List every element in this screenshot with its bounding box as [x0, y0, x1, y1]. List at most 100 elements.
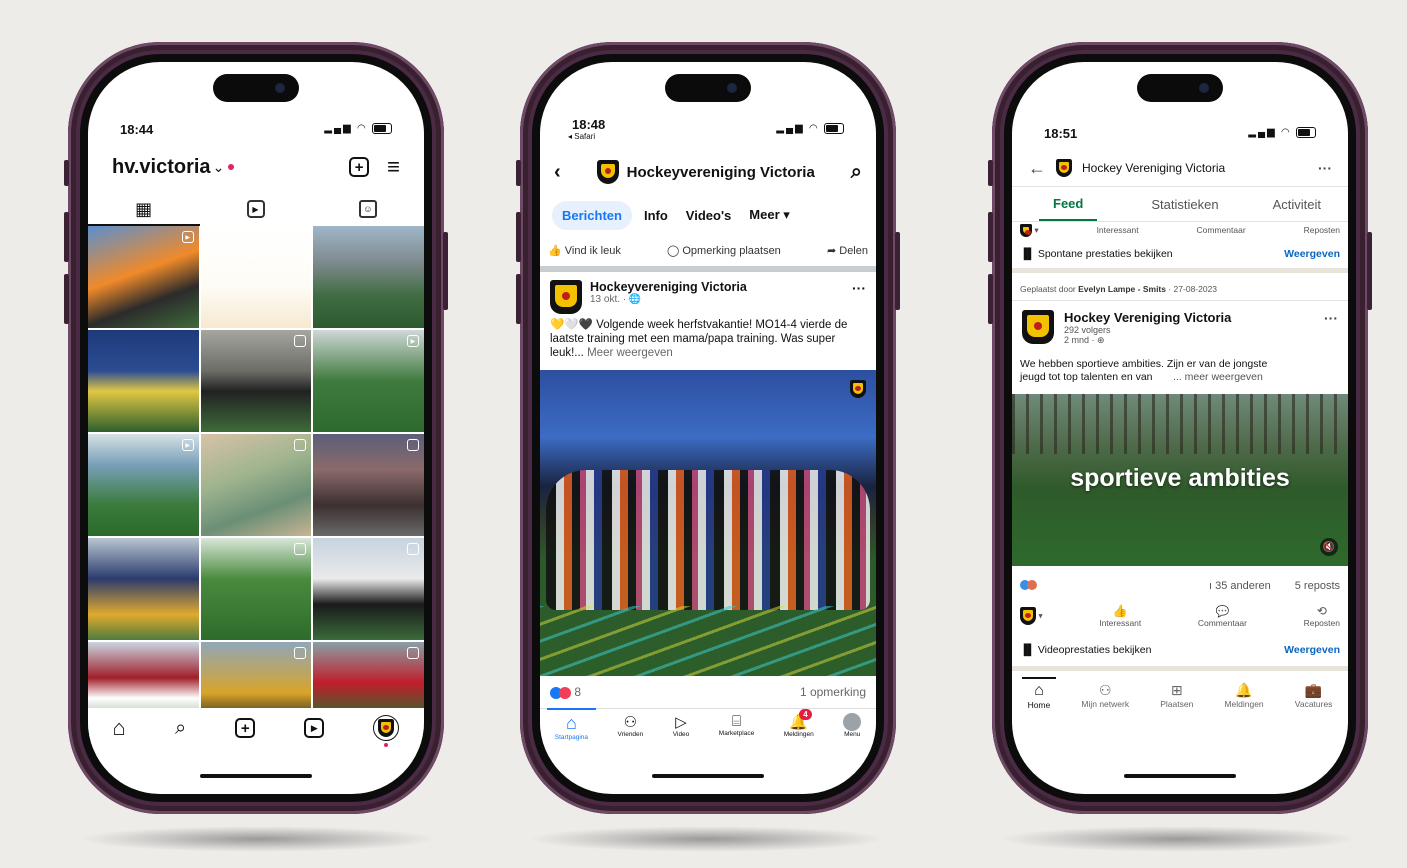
profile-username[interactable]: hv.victoria [112, 156, 211, 179]
tab-activity[interactable]: Activiteit [1273, 197, 1321, 212]
post-author[interactable]: Hockey Vereniging Victoria [1064, 310, 1314, 325]
love-reaction-icon [1027, 579, 1037, 590]
post-date: 13 okt. · [590, 294, 629, 305]
reel-badge-icon: ▶ [181, 231, 194, 243]
nav-notifications[interactable]: 🔔 Meldingen [1224, 682, 1263, 709]
nav-home-label: Startpagina [554, 734, 588, 741]
post-thumbnail[interactable] [200, 226, 312, 328]
repost-button[interactable]: ⟲ Reposten [1304, 604, 1340, 628]
nav-home[interactable]: ⌂ Home [1021, 677, 1057, 710]
see-more-link[interactable]: ... meer weergeven [1173, 371, 1263, 383]
nav-jobs[interactable]: 💼 Vacatures [1295, 682, 1333, 709]
create-icon[interactable]: + [235, 718, 256, 738]
reactions-summary[interactable]: 8 [550, 685, 581, 699]
reels-icon[interactable]: ▶ [246, 200, 265, 218]
mute-icon[interactable]: 🔇 [1320, 538, 1338, 556]
comment-icon: ◯ [666, 244, 680, 257]
post-avatar[interactable] [550, 280, 582, 314]
phone-shadow [998, 826, 1358, 852]
post-thumbnail[interactable] [313, 434, 424, 536]
post-thumbnail[interactable] [88, 330, 199, 432]
post-thumbnail[interactable] [88, 538, 199, 640]
post-thumbnail[interactable] [200, 538, 312, 640]
repost-button[interactable]: Reposten [1304, 225, 1340, 235]
post-thumbnail[interactable]: ▶ [88, 226, 199, 328]
globe-icon: 🌐 [628, 294, 642, 305]
back-arrow-icon[interactable]: ← [1028, 158, 1046, 179]
chevron-down-icon[interactable]: ⌄ [213, 159, 225, 176]
victoria-logo [1056, 159, 1072, 177]
post-video[interactable]: sportieve ambities 🔇 [1012, 394, 1348, 566]
actor-switcher[interactable]: ▾ [1020, 607, 1043, 625]
page-title: Hockey Vereniging Victoria [1082, 161, 1226, 175]
posted-by-name[interactable]: Evelyn Lampe - Smits [1078, 284, 1166, 294]
more-options-icon[interactable]: ··· [1324, 310, 1338, 326]
share-button[interactable]: ➦ Delen [827, 244, 868, 257]
nav-post[interactable]: ⊞ Plaatsen [1160, 682, 1193, 709]
multi-post-badge-icon [406, 647, 419, 659]
tab-feed[interactable]: Feed [1039, 188, 1098, 221]
reel-badge-icon: ▶ [181, 439, 194, 451]
view-stats-link[interactable]: Weergeven [1284, 248, 1340, 260]
posted-by-date: · 27-08-2023 [1166, 284, 1218, 294]
post-photo[interactable] [540, 370, 876, 676]
create-icon[interactable]: + [349, 157, 370, 177]
actor-switcher[interactable]: ▾ [1020, 223, 1039, 237]
post-thumbnail[interactable] [313, 226, 424, 328]
comment-button[interactable]: ◯ Opmerking plaatsen [667, 244, 781, 257]
post-thumbnail[interactable]: ▶ [88, 434, 199, 536]
others-count[interactable]: ı 35 anderen [1209, 580, 1271, 592]
back-to-safari[interactable]: ◂ Safari [568, 132, 605, 141]
reposts-count[interactable]: 5 reposts [1295, 580, 1340, 592]
profile-avatar[interactable] [373, 715, 400, 747]
nav-network[interactable]: ⚇ Mijn netwerk [1081, 682, 1129, 709]
like-page-button[interactable]: 👍 Vind ik leuk [548, 244, 621, 257]
nav-notifications[interactable]: 🔔 4 Meldingen [784, 709, 814, 738]
nav-home[interactable]: ⌂ Startpagina [546, 708, 596, 741]
phone-linkedin: 18:51 ▂▄▆ ◠ ← Hockey Vereniging Victoria… [988, 42, 1372, 814]
comment-button[interactable]: 💬 Commentaar [1198, 605, 1247, 628]
tab-berichten[interactable]: Berichten [552, 200, 632, 230]
more-options-icon[interactable]: ··· [852, 280, 866, 296]
comment-button[interactable]: Commentaar [1197, 225, 1246, 235]
grid-icon[interactable]: ▦ [135, 199, 152, 220]
nav-friends[interactable]: ⚇ Vrienden [618, 713, 644, 738]
thumbs-up-icon: 👍 [1112, 604, 1128, 618]
search-icon[interactable]: ⌕ [851, 161, 862, 184]
multi-post-badge-icon [406, 543, 419, 555]
search-icon[interactable]: ⌕ [175, 717, 186, 740]
multi-post-badge-icon [406, 439, 419, 451]
posted-by: Geplaatst door Evelyn Lampe - Smits · 27… [1020, 284, 1218, 294]
reels-icon[interactable]: ▶ [304, 718, 325, 738]
post-thumbnail[interactable]: ▶ [313, 330, 424, 432]
nav-video[interactable]: ▷ Video [673, 713, 690, 738]
home-icon[interactable]: ⌂ [113, 715, 126, 741]
phone-shadow [527, 826, 887, 852]
more-options-icon[interactable]: ··· [1318, 160, 1332, 176]
post-thumbnail[interactable] [313, 538, 424, 640]
post-author[interactable]: Hockeyvereniging Victoria [590, 280, 844, 294]
tab-more[interactable]: Meer ▾ [743, 200, 796, 230]
notification-badge: 4 [799, 709, 812, 720]
react-button[interactable]: Interessant [1097, 225, 1139, 235]
react-button[interactable]: 👍 Interessant [1099, 604, 1141, 628]
tagged-icon[interactable]: ☺ [358, 200, 377, 218]
tab-videos[interactable]: Video's [680, 201, 737, 230]
nav-marketplace[interactable]: ⌸ Marketplace [719, 713, 754, 737]
marketplace-icon: ⌸ [731, 713, 741, 730]
globe-icon: ⊕ [1097, 335, 1105, 345]
tab-info[interactable]: Info [638, 201, 674, 230]
comments-count[interactable]: 1 opmerking [800, 685, 866, 699]
post-thumbnail[interactable] [200, 434, 312, 536]
post-thumbnail[interactable] [200, 330, 312, 432]
nav-menu[interactable]: Menu [843, 713, 862, 738]
reaction-icons[interactable] [1020, 579, 1037, 593]
view-video-stats-link[interactable]: Weergeven [1284, 644, 1340, 656]
back-arrow-icon[interactable]: ‹ [554, 161, 561, 184]
menu-icon[interactable]: ≡ [387, 156, 400, 178]
post-avatar[interactable] [1022, 310, 1054, 344]
tab-statistics[interactable]: Statistieken [1151, 197, 1218, 212]
victoria-logo [596, 160, 619, 184]
see-more-link[interactable]: Meer weergeven [587, 347, 673, 359]
phone-facebook: 18:48 ◂ Safari ▂▄▆ ◠ ‹ Hockeyvereniging … [516, 42, 900, 814]
